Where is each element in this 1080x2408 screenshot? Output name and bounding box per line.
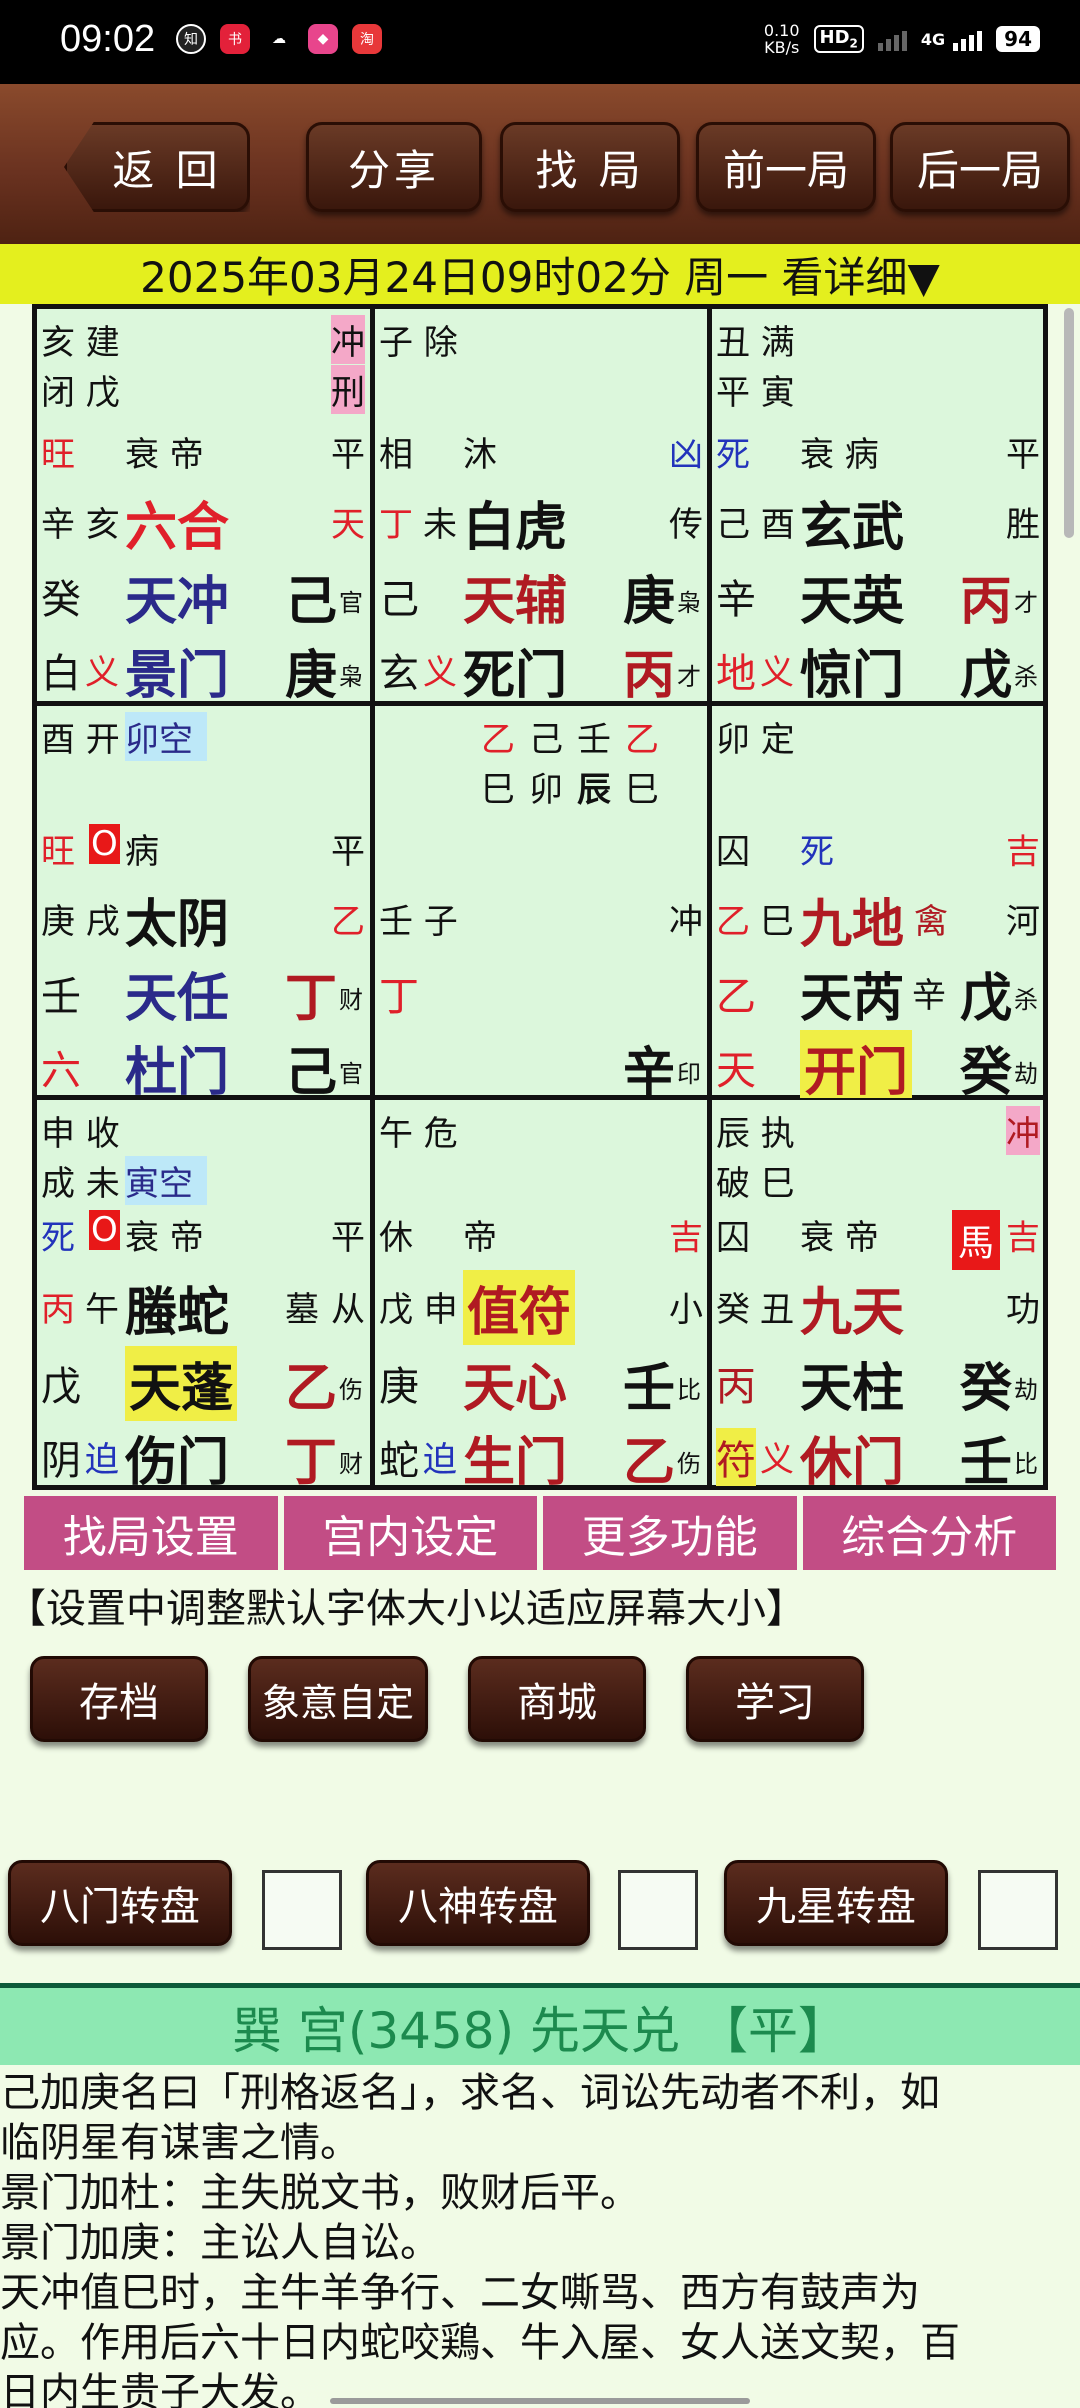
palace-title: 巽 宫(3458) 先天兑 【平】 [0, 1983, 1080, 2065]
star-rotate-button[interactable]: 九星转盘 [724, 1860, 948, 1946]
palace-cell-xun[interactable]: 亥 建冲 闭 戊刑 旺衰 帝平 辛 亥六合天 癸天冲己官 白义景门庚枭 [37, 309, 369, 701]
description-line: 景门加庚：主讼人自讼。 [0, 2220, 440, 2266]
net-speed: 0.10 KB/s [763, 21, 800, 57]
palace-cell-li[interactable]: 子 除 相沐凶 丁未白虎传 己天辅庚枭 玄义死门丙才 [375, 309, 707, 701]
palace-cell-kun[interactable]: 丑 满 平 寅 死衰 病平 己 酉玄武胜 辛天英丙才 地义惊门戊杀 [712, 309, 1044, 701]
description-line: 景门加杜：主失脱文书，败财后平。 [0, 2170, 640, 2216]
home-indicator[interactable] [330, 2398, 750, 2404]
app-icon: ◆ [308, 24, 338, 54]
god-rotate-checkbox[interactable] [618, 1870, 698, 1950]
share-button[interactable]: 分享 [306, 122, 482, 212]
status-right: 0.10 KB/s HD2 4G 94 [764, 22, 1040, 56]
next-button[interactable]: 后一局 [890, 122, 1070, 212]
palace-cell-dui[interactable]: 卯 定 囚死吉 乙巳九地禽河 乙天芮辛戊杀 天开门癸劫 [712, 706, 1044, 1098]
font-size-hint: 【设置中调整默认字体大小以适应屏幕大小】 [6, 1586, 806, 1632]
signal-icon [953, 27, 983, 51]
battery-icon: 94 [996, 26, 1040, 52]
function-tabs: 找局设置 宫内设定 更多功能 综合分析 [24, 1496, 1056, 1570]
palace-level: 【平】 [698, 2001, 849, 2060]
status-time: 09:02 [60, 18, 156, 60]
network-type: 4G [920, 29, 946, 49]
prev-button[interactable]: 前一局 [696, 122, 876, 212]
learn-button[interactable]: 学习 [686, 1656, 864, 1742]
hd-icon: HD2 [813, 25, 864, 53]
palace-cell-qian[interactable]: 辰 执冲 破 巳 囚衰 帝馬吉 癸丑九天功 丙天柱癸劫 符义休门壬比 [712, 1100, 1044, 1492]
custom-meaning-button[interactable]: 象意自定 [248, 1656, 428, 1742]
description-line: 应。作用后六十日内蛇咬鶏、牛入屋、女人送文契，百 [0, 2320, 960, 2366]
tab-more-functions[interactable]: 更多功能 [543, 1496, 797, 1570]
tab-palace-settings[interactable]: 宫内设定 [283, 1496, 537, 1570]
palace-cell-gen[interactable]: 申 收 成 未寅空 死O衰 帝平 丙午螣蛇墓从 戊天蓬乙伤 阴迫伤门丁财 [37, 1100, 369, 1492]
palace-cell-kan[interactable]: 午 危 休帝吉 戊 申值符小 庚天心壬比 蛇迫生门乙伤 [375, 1100, 707, 1492]
date-bar[interactable]: 2025年03月24日09时02分 周一 看详细▼ [0, 244, 1080, 304]
description-line: 天冲值巳时，主牛羊争行、二女嘶骂、西方有鼓声为 [0, 2270, 920, 2316]
taobao-icon: 淘 [352, 24, 382, 54]
back-button[interactable]: 返 回 [64, 122, 250, 212]
shop-button[interactable]: 商城 [468, 1656, 646, 1742]
palace-cell-zhen[interactable]: 酉 开卯空 旺O病平 庚 戌太阴乙 壬天任丁财 六杜门己官 [37, 706, 369, 1098]
star-rotate-checkbox[interactable] [978, 1870, 1058, 1950]
palace-grid: 亥 建冲 闭 戊刑 旺衰 帝平 辛 亥六合天 癸天冲己官 白义景门庚枭 子 除 … [32, 304, 1048, 1492]
signal-sim2-icon [877, 27, 907, 51]
description-line: 临阴星有谋害之情。 [0, 2120, 360, 2166]
save-button[interactable]: 存档 [30, 1656, 208, 1742]
scrollbar[interactable] [1064, 308, 1074, 538]
palace-cell-center[interactable]: 乙 己 壬 乙 巳 卯 辰 巳 壬 子冲 丁 辛印 [375, 706, 707, 1098]
notification-icons: 知 书 ☁ ◆ 淘 [176, 24, 382, 54]
tab-analysis[interactable]: 综合分析 [802, 1496, 1056, 1570]
door-rotate-checkbox[interactable] [262, 1870, 342, 1950]
find-button[interactable]: 找 局 [500, 122, 680, 212]
tab-find-settings[interactable]: 找局设置 [24, 1496, 278, 1570]
zhihu-icon: 知 [176, 24, 206, 54]
door-rotate-button[interactable]: 八门转盘 [8, 1860, 232, 1946]
cloud-icon: ☁ [272, 31, 286, 47]
status-bar: 09:02 知 书 ☁ ◆ 淘 0.10 KB/s HD2 4G 94 [0, 0, 1080, 84]
god-rotate-button[interactable]: 八神转盘 [366, 1860, 590, 1946]
palace-name: 巽 宫(3458) 先天兑 [231, 2001, 681, 2060]
top-toolbar: 返 回 分享 找 局 前一局 后一局 [0, 84, 1080, 244]
app-root: 09:02 知 书 ☁ ◆ 淘 0.10 KB/s HD2 4G 94 返 回 … [0, 0, 1080, 2408]
palace-description: 己加庚名曰「刑格返名」，求名、词讼先动者不利，如 临阴星有谋害之情。 景门加杜：… [0, 2068, 1080, 2408]
xiaohongshu-icon: 书 [220, 24, 250, 54]
description-line: 己加庚名曰「刑格返名」，求名、词讼先动者不利，如 [0, 2070, 940, 2116]
